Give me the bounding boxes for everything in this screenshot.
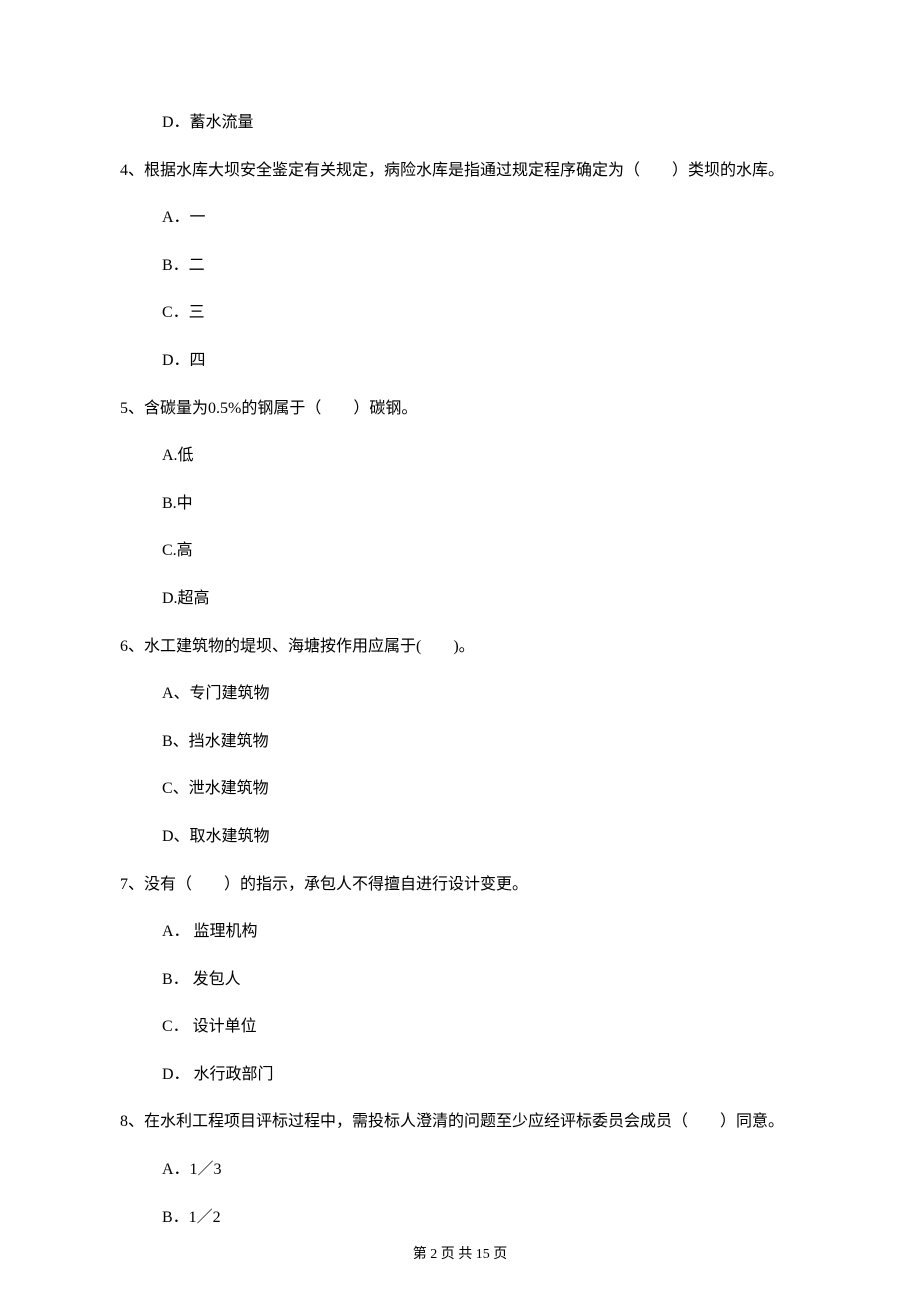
q5-option-d: D.超高 xyxy=(120,586,800,612)
q6-text: 6、水工建筑物的堤坝、海塘按作用应属于( )。 xyxy=(120,634,800,660)
q6-option-b: B、挡水建筑物 xyxy=(120,729,800,755)
q4-option-c: C．三 xyxy=(120,300,800,326)
q8-option-b: B．1／2 xyxy=(120,1205,800,1231)
q5-text: 5、含碳量为0.5%的钢属于（ ）碳钢。 xyxy=(120,396,800,422)
q6-option-d: D、取水建筑物 xyxy=(120,824,800,850)
q7-option-c: C． 设计单位 xyxy=(120,1014,800,1040)
q5-option-c: C.高 xyxy=(120,538,800,564)
q4-option-a: A．一 xyxy=(120,205,800,231)
q8-text: 8、在水利工程项目评标过程中，需投标人澄清的问题至少应经评标委员会成员（ ）同意… xyxy=(120,1109,800,1135)
q7-option-d: D． 水行政部门 xyxy=(120,1062,800,1088)
q6-option-c: C、泄水建筑物 xyxy=(120,776,800,802)
page-footer: 第 2 页 共 15 页 xyxy=(0,1244,920,1266)
q5-option-b: B.中 xyxy=(120,491,800,517)
q7-option-b: B． 发包人 xyxy=(120,967,800,993)
q5-option-a: A.低 xyxy=(120,443,800,469)
q7-option-a: A． 监理机构 xyxy=(120,919,800,945)
document-page: D．蓄水流量 4、根据水库大坝安全鉴定有关规定，病险水库是指通过规定程序确定为（… xyxy=(0,0,920,1302)
q4-option-b: B．二 xyxy=(120,253,800,279)
q8-option-a: A．1／3 xyxy=(120,1157,800,1183)
q6-option-a: A、专门建筑物 xyxy=(120,681,800,707)
q4-text: 4、根据水库大坝安全鉴定有关规定，病险水库是指通过规定程序确定为（ ）类坝的水库… xyxy=(120,158,800,184)
q4-option-d: D．四 xyxy=(120,348,800,374)
q7-text: 7、没有（ ）的指示，承包人不得擅自进行设计变更。 xyxy=(120,872,800,898)
q3-option-d: D．蓄水流量 xyxy=(120,110,800,136)
